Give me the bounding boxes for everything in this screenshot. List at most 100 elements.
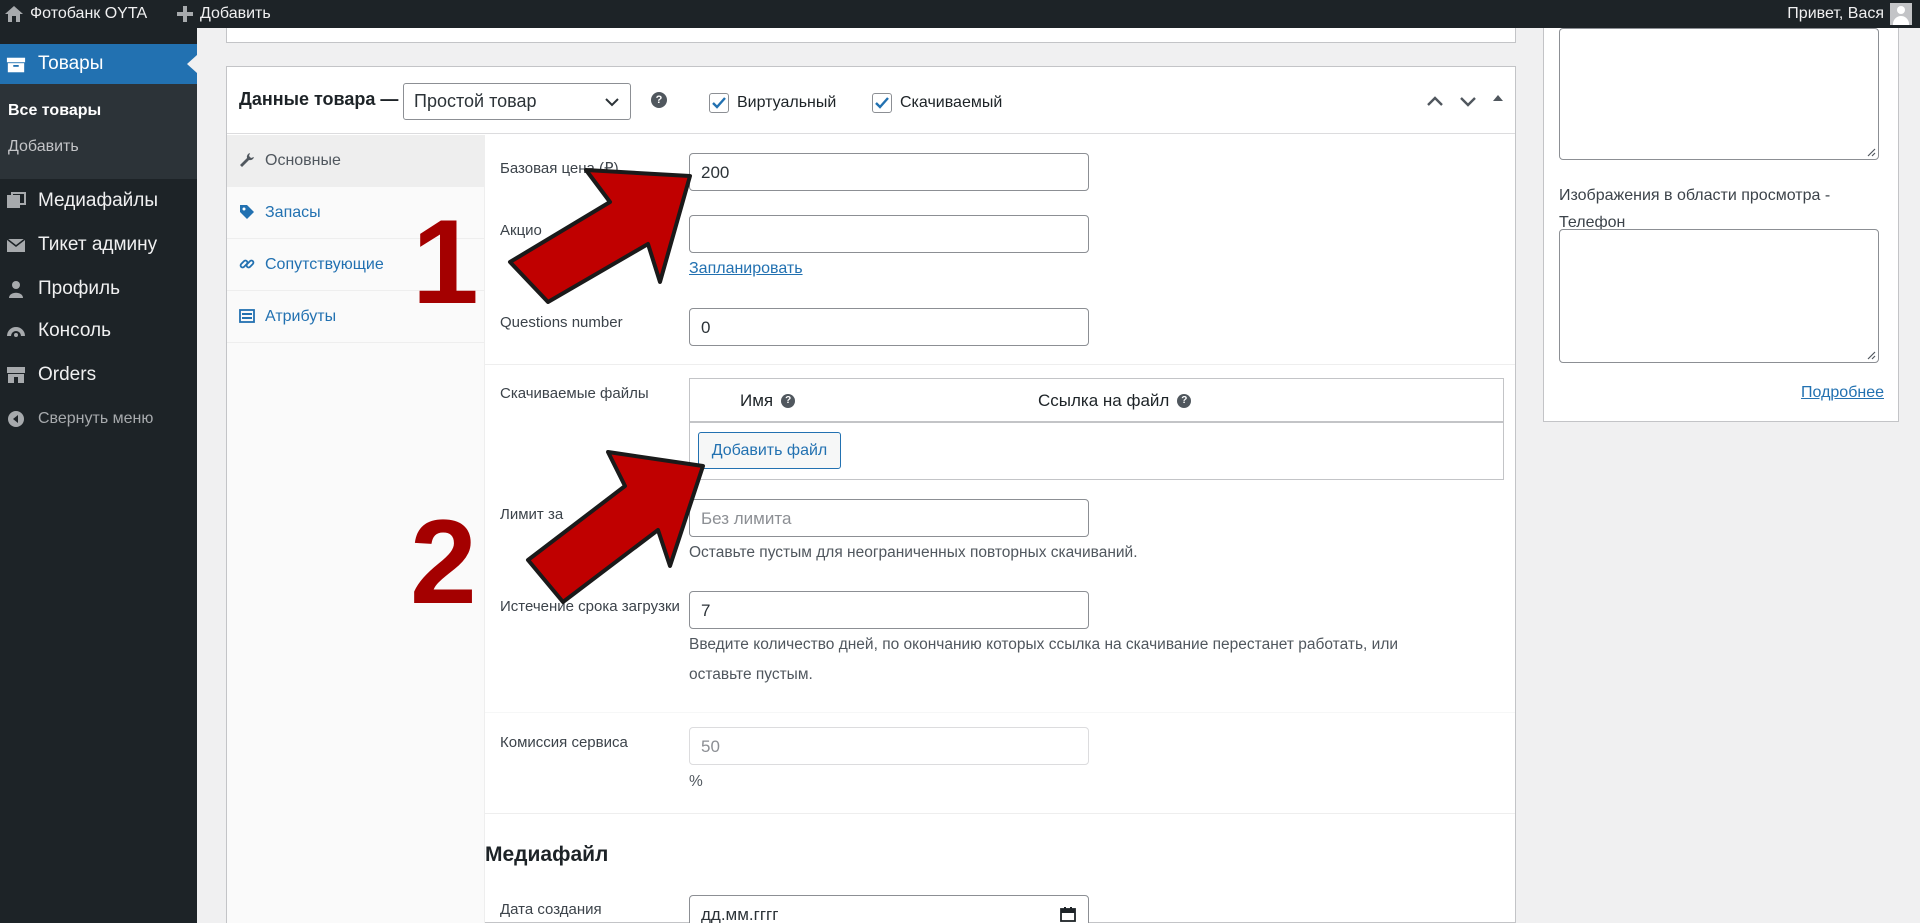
media-icon bbox=[7, 192, 26, 208]
image-preview-sidebox: Изображения в области просмотра - Телефо… bbox=[1543, 28, 1899, 422]
resize-grip-icon[interactable] bbox=[1866, 147, 1876, 157]
product-data-metabox: Данные товара — Простой товар ? Виртуаль… bbox=[226, 66, 1516, 923]
phone-preview-textarea[interactable] bbox=[1559, 229, 1879, 363]
collapse-menu-button[interactable]: Свернуть меню bbox=[0, 403, 197, 435]
creation-date-label: Дата создания bbox=[500, 901, 602, 918]
tab-label: Сопутствующие bbox=[265, 255, 384, 273]
admin-bar: Фотобанк OYTA Добавить Привет, Вася bbox=[0, 0, 1920, 28]
service-commission-label: Комиссия сервиса bbox=[500, 734, 628, 751]
downloadable-files-header: Имя ? Ссылка на файл ? bbox=[690, 379, 1503, 423]
metabox-title: Данные товара — bbox=[239, 89, 399, 109]
help-icon[interactable]: ? bbox=[651, 92, 667, 108]
resize-grip-icon[interactable] bbox=[1866, 350, 1876, 360]
menu-item-products[interactable]: Товары bbox=[0, 44, 197, 84]
sale-price-input[interactable] bbox=[689, 215, 1089, 253]
sale-price-label: Акцио bbox=[500, 222, 542, 239]
download-expiry-input[interactable]: 7 bbox=[689, 591, 1089, 629]
toggle-arrow-icon[interactable] bbox=[1491, 91, 1505, 107]
chevron-down-icon bbox=[605, 98, 619, 107]
menu-item-label: Профиль bbox=[38, 278, 121, 299]
previous-metabox-edge bbox=[226, 28, 1516, 43]
menu-item-orders[interactable]: Orders bbox=[0, 359, 197, 391]
envelope-icon bbox=[6, 238, 26, 252]
section-divider bbox=[485, 813, 1515, 814]
creation-date-input[interactable]: дд.мм.гггг bbox=[689, 895, 1089, 923]
tab-attributes[interactable]: Атрибуты bbox=[227, 291, 485, 343]
collapse-menu-label: Свернуть меню bbox=[38, 410, 154, 427]
regular-price-label: Базовая цена (₽) bbox=[500, 160, 619, 177]
link-icon bbox=[239, 259, 255, 269]
archive-icon bbox=[6, 57, 26, 73]
column-header-url: Ссылка на файл ? bbox=[1038, 391, 1192, 411]
add-new-label: Добавить bbox=[200, 5, 271, 22]
chevron-up-icon[interactable] bbox=[1425, 93, 1445, 109]
more-details-link[interactable]: Подробнее bbox=[1801, 384, 1884, 402]
add-new-link[interactable]: Добавить bbox=[176, 0, 271, 28]
tab-general[interactable]: Основные bbox=[227, 135, 485, 187]
downloadable-checkbox-box[interactable] bbox=[872, 93, 892, 113]
plus-icon bbox=[177, 6, 193, 22]
menu-item-label: Тикет админу bbox=[38, 234, 158, 255]
service-commission-input[interactable]: 50 bbox=[689, 727, 1089, 765]
menu-item-console[interactable]: Консоль bbox=[0, 315, 197, 347]
tab-label: Атрибуты bbox=[265, 307, 337, 325]
chevron-down-icon[interactable] bbox=[1458, 93, 1478, 109]
menu-item-profile[interactable]: Профиль bbox=[0, 273, 197, 305]
submenu-all-products[interactable]: Все товары bbox=[8, 102, 101, 120]
metabox-header: Данные товара — Простой товар ? Виртуаль… bbox=[227, 67, 1515, 134]
service-commission-unit: % bbox=[689, 773, 703, 790]
help-icon[interactable]: ? bbox=[1177, 394, 1192, 408]
menu-item-ticket[interactable]: Тикет админу bbox=[0, 229, 197, 261]
downloadable-files-table: Имя ? Ссылка на файл ? Добавить файл bbox=[689, 378, 1504, 480]
site-home-link[interactable]: Фотобанк OYTA bbox=[4, 0, 147, 28]
list-icon bbox=[239, 309, 255, 323]
tab-label: Основные bbox=[265, 151, 341, 169]
downloadable-label: Скачиваемый bbox=[900, 94, 1003, 111]
tag-icon bbox=[240, 205, 254, 219]
collapse-arrow-icon bbox=[8, 411, 24, 427]
product-data-tabs: Основные Запасы Сопутствующие Атрибуты bbox=[227, 135, 485, 923]
downloadable-files-label: Скачиваемые файлы bbox=[500, 385, 649, 402]
menu-item-label: Консоль bbox=[38, 320, 111, 341]
product-type-value: Простой товар bbox=[414, 91, 537, 111]
virtual-checkbox[interactable]: Виртуальный bbox=[709, 93, 836, 113]
calendar-icon[interactable] bbox=[1060, 906, 1076, 922]
help-icon[interactable]: ? bbox=[781, 394, 796, 408]
download-limit-input[interactable]: Без лимита bbox=[689, 499, 1089, 537]
column-header-name: Имя ? bbox=[740, 391, 796, 411]
product-type-select[interactable]: Простой товар bbox=[403, 83, 631, 120]
wrench-icon bbox=[240, 153, 254, 167]
column-header-label: Имя bbox=[740, 391, 774, 410]
site-name: Фотобанк OYTA bbox=[30, 5, 148, 22]
download-expiry-description-line1: Введите количество дней, по окончанию ко… bbox=[689, 636, 1399, 653]
checkmark-icon bbox=[875, 97, 889, 109]
download-limit-label: Лимит за bbox=[500, 506, 564, 523]
submenu-add-product[interactable]: Добавить bbox=[8, 138, 79, 156]
user-icon bbox=[9, 281, 23, 298]
tab-linked-products[interactable]: Сопутствующие bbox=[227, 239, 485, 291]
media-section-heading: Медиафайл bbox=[485, 843, 609, 866]
menu-item-media[interactable]: Медиафайлы bbox=[0, 185, 197, 217]
download-expiry-label: Истечение срока загрузки bbox=[500, 598, 680, 615]
desktop-preview-textarea[interactable] bbox=[1559, 28, 1879, 160]
downloadable-checkbox[interactable]: Скачиваемый bbox=[872, 93, 1002, 113]
dashboard-icon bbox=[7, 327, 25, 337]
section-divider bbox=[485, 364, 1515, 365]
products-submenu: Все товары Добавить bbox=[0, 84, 197, 179]
phone-preview-label: Изображения в области просмотра - Телефо… bbox=[1559, 182, 1830, 236]
questions-number-input[interactable]: 0 bbox=[689, 308, 1089, 346]
tab-inventory[interactable]: Запасы bbox=[227, 187, 485, 239]
add-file-button[interactable]: Добавить файл bbox=[698, 432, 841, 469]
menu-item-label: Orders bbox=[38, 364, 97, 385]
regular-price-input[interactable]: 200 bbox=[689, 153, 1089, 191]
admin-menu: Товары Все товары Добавить Медиафайлы Ти… bbox=[0, 28, 197, 923]
download-expiry-description-line2: оставьте пустым. bbox=[689, 666, 813, 683]
avatar bbox=[1890, 3, 1912, 25]
virtual-checkbox-box[interactable] bbox=[709, 93, 729, 113]
account-menu[interactable]: Привет, Вася bbox=[1787, 0, 1912, 28]
menu-item-label: Товары bbox=[38, 53, 104, 74]
questions-number-label: Questions number bbox=[500, 314, 623, 331]
store-icon bbox=[7, 367, 25, 383]
schedule-link[interactable]: Запланировать bbox=[689, 260, 803, 278]
tab-label: Запасы bbox=[265, 203, 321, 221]
